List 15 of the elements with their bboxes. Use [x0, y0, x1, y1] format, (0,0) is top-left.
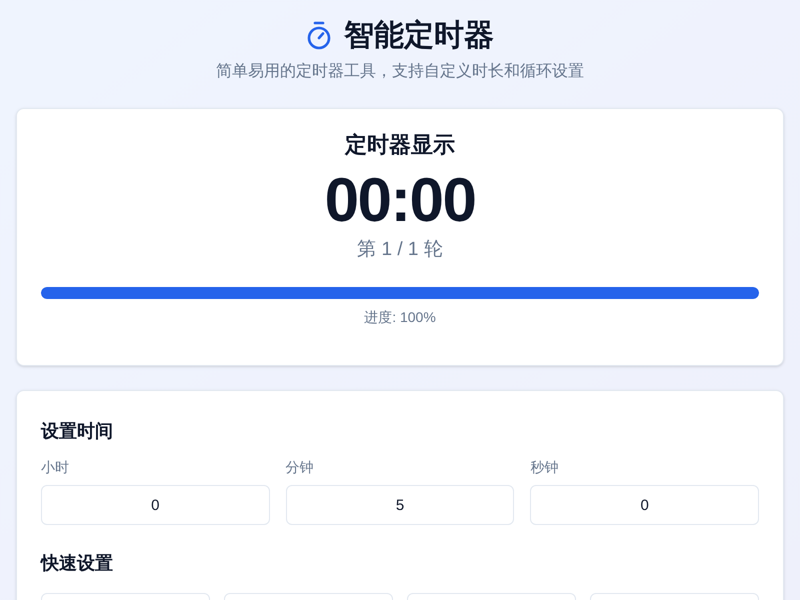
field-label: 秒钟 — [530, 458, 560, 477]
progress-text: 进度: 100% — [364, 308, 436, 327]
stopwatch-icon — [306, 21, 332, 51]
card-title: 定时器显示 — [345, 131, 455, 159]
app-subtitle: 简单易用的定时器工具，支持自定义时长和循环设置 — [215, 62, 585, 82]
number-input[interactable]: 0 — [41, 485, 270, 525]
section-title: 快速设置 — [41, 552, 114, 575]
number-input[interactable]: 5 — [286, 485, 514, 525]
field-label: 分钟 — [286, 458, 315, 477]
section-title: 设置时间 — [41, 420, 114, 443]
field-label: 小时 — [41, 458, 70, 477]
round-counter: 第 1 / 1 轮 — [357, 238, 443, 262]
number-input[interactable]: 0 — [530, 485, 759, 525]
time-display: 00:00 — [324, 165, 476, 237]
app-title: 智能定时器 — [344, 18, 494, 54]
